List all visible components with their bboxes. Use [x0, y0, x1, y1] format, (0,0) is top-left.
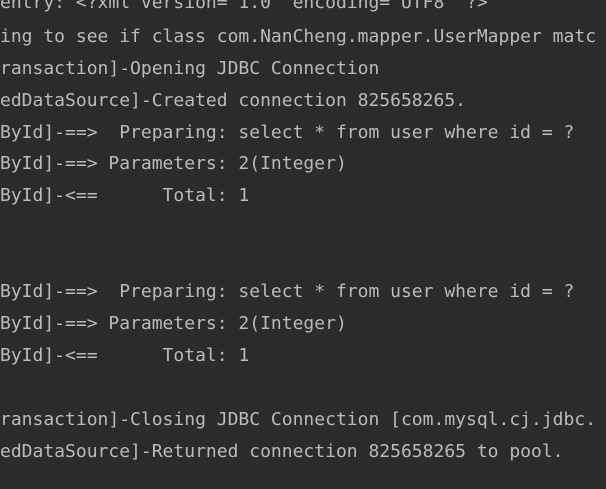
log-line: edDataSource]-Created connection 8256582…: [0, 90, 466, 111]
log-line: ById]-<== Total: 1: [0, 345, 250, 366]
log-line: entry: <?xml version="1.0" encoding="UTF…: [0, 0, 488, 13]
log-line: ransaction]-Opening JDBC Connection: [0, 58, 380, 79]
log-line: ById]-==> Preparing: select * from user …: [0, 122, 575, 143]
log-line: ransaction]-Closing JDBC Connection [com…: [0, 409, 597, 430]
log-line: ById]-==> Preparing: select * from user …: [0, 281, 575, 302]
log-line: ById]-==> Parameters: 2(Integer): [0, 313, 347, 334]
log-line: ById]-==> Parameters: 2(Integer): [0, 153, 347, 174]
log-line: edDataSource]-Returned connection 825658…: [0, 441, 564, 462]
log-line: ById]-<== Total: 1: [0, 185, 250, 206]
log-line: ing to see if class com.NanCheng.mapper.…: [0, 26, 597, 47]
console-output[interactable]: entry: <?xml version="1.0" encoding="UTF…: [0, 0, 606, 489]
